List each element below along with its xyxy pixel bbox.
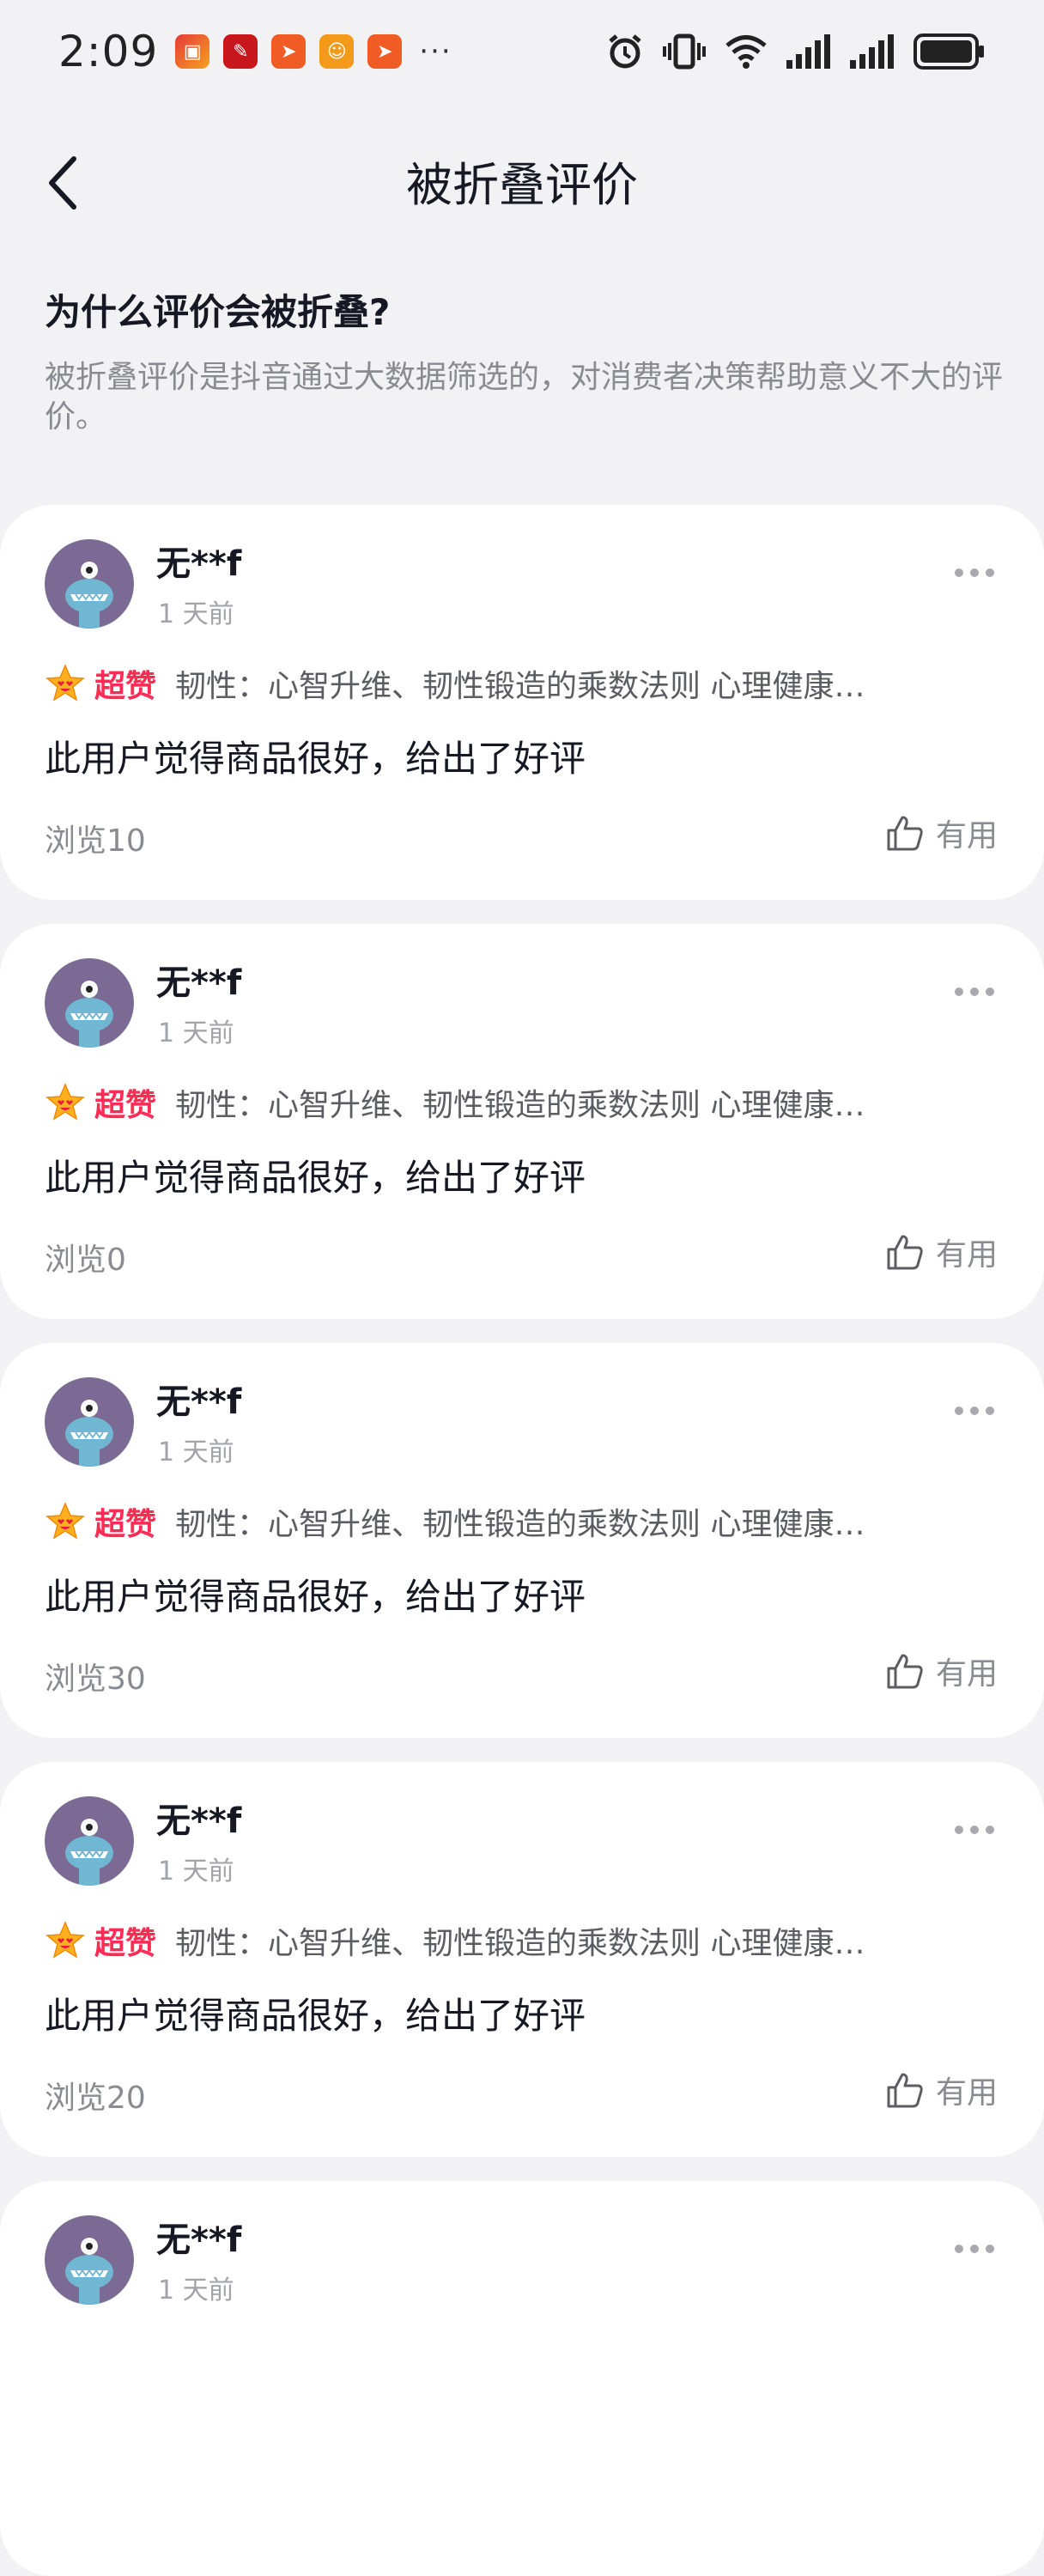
view-count: 浏览0 [45,1242,126,1278]
alarm-icon [609,34,641,69]
useful-label: 有用 [935,1656,998,1692]
rating-row: 超赞 韧性：心智升维、韧性锻造的乘数法则 心理健康… [45,1080,992,1125]
product-name: 韧性：心智升维、韧性锻造的乘数法则 心理健康… [175,669,865,704]
monster-avatar-icon [65,2238,113,2305]
explanation-title: 为什么评价会被折叠? [45,291,391,333]
reviewer-name: 无**f [156,963,242,1003]
app-news-icon: ✎ [223,34,258,69]
star-eyes-emoji-icon [46,1921,85,1959]
rating-row: 超赞 韧性：心智升维、韧性锻造的乘数法则 心理健康… [45,1918,992,1963]
review-time: 1 天前 [158,2275,234,2306]
avatar[interactable] [45,1796,134,1886]
review-content: 此用户觉得商品很好，给出了好评 [45,1157,586,1199]
useful-button[interactable]: 有用 [886,2068,998,2112]
useful-button[interactable]: 有用 [886,811,998,855]
rating-label: 超赞 [94,669,157,704]
review-card: 无**f 1 天前 超赞 韧性：心智升维、韧性锻造的乘数法则 心理健康… 此用户… [0,1762,1044,2157]
rating-label: 超赞 [94,1507,157,1542]
reviewer-name: 无**f [156,2221,242,2260]
more-options-icon[interactable] [955,1826,994,1834]
monster-avatar-icon [65,981,113,1048]
monster-avatar-icon [65,1400,113,1467]
useful-button[interactable]: 有用 [886,1230,998,1274]
rating-label: 超赞 [94,1088,157,1123]
status-time: 2:09 [58,27,159,76]
useful-button[interactable]: 有用 [886,1649,998,1693]
star-eyes-emoji-icon [46,1502,85,1540]
review-card: 无**f 1 天前 超赞 韧性：心智升维、韧性锻造的乘数法则 心理健康… 此用户… [0,505,1044,900]
view-count: 浏览30 [45,1662,146,1697]
view-count: 浏览20 [45,2081,146,2116]
useful-label: 有用 [935,818,998,854]
notification-icons: ▣ ✎ ➤ ☺ ➤ ··· [175,34,452,69]
explanation-text: 被折叠评价是抖音通过大数据筛选的，对消费者决策帮助意义不大的评价。 [45,360,1004,434]
thumbs-up-icon [887,816,923,851]
review-content: 此用户觉得商品很好，给出了好评 [45,738,586,780]
app-send-icon: ➤ [271,34,307,69]
app-orange-icon: ☺ [319,34,355,69]
useful-label: 有用 [935,2075,998,2111]
battery-icon [914,33,984,70]
product-name: 韧性：心智升维、韧性锻造的乘数法则 心理健康… [175,1926,865,1961]
star-eyes-emoji-icon [46,1083,85,1121]
more-options-icon[interactable] [955,2245,994,2253]
app-send-icon: ➤ [367,34,403,69]
more-options-icon[interactable] [955,1406,994,1415]
avatar[interactable] [45,958,134,1048]
signal-icon [850,34,894,69]
chevron-left-icon [49,156,76,210]
vibrate-icon [663,33,706,70]
app-red-icon: ▣ [175,34,210,69]
review-card: 无**f 1 天前 超赞 韧性：心智升维、韧性锻造的乘数法则 心理健康… 此用户… [0,924,1044,1319]
product-name: 韧性：心智升维、韧性锻造的乘数法则 心理健康… [175,1088,865,1123]
view-count: 浏览10 [45,823,146,859]
reviewer-name: 无**f [156,544,242,584]
review-time: 1 天前 [158,599,234,629]
avatar[interactable] [45,2215,134,2305]
more-options-icon[interactable] [955,568,994,577]
star-eyes-emoji-icon [46,664,85,702]
page-title: 被折叠评价 [406,157,638,212]
rating-label: 超赞 [94,1926,157,1961]
review-card: 无**f 1 天前 [0,2181,1044,2576]
product-name: 韧性：心智升维、韧性锻造的乘数法则 心理健康… [175,1507,865,1542]
review-time: 1 天前 [158,1856,234,1886]
thumbs-up-icon [887,2073,923,2108]
signal-icon [786,34,830,69]
thumbs-up-icon [887,1654,923,1689]
status-bar: 2:09 ▣ ✎ ➤ ☺ ➤ ··· [0,0,1044,103]
rating-row: 超赞 韧性：心智升维、韧性锻造的乘数法则 心理健康… [45,1499,992,1544]
monster-avatar-icon [65,1819,113,1886]
wifi-icon [725,35,767,69]
rating-row: 超赞 韧性：心智升维、韧性锻造的乘数法则 心理健康… [45,661,992,706]
review-content: 此用户觉得商品很好，给出了好评 [45,1995,586,2037]
avatar[interactable] [45,539,134,629]
avatar[interactable] [45,1377,134,1467]
useful-label: 有用 [935,1237,998,1273]
monster-avatar-icon [65,562,113,629]
reviewer-name: 无**f [156,1382,242,1422]
more-options-icon[interactable] [955,987,994,996]
reviewer-name: 无**f [156,1801,242,1841]
nav-header: 被折叠评价 [0,120,1044,240]
review-content: 此用户觉得商品很好，给出了好评 [45,1576,586,1618]
thumbs-up-icon [887,1235,923,1270]
fold-explanation: 为什么评价会被折叠? 被折叠评价是抖音通过大数据筛选的，对消费者决策帮助意义不大… [45,283,1006,437]
back-button[interactable] [45,153,96,213]
review-card: 无**f 1 天前 超赞 韧性：心智升维、韧性锻造的乘数法则 心理健康… 此用户… [0,1343,1044,1738]
review-time: 1 天前 [158,1018,234,1048]
review-time: 1 天前 [158,1437,234,1467]
more-notifications-icon: ··· [419,34,452,69]
